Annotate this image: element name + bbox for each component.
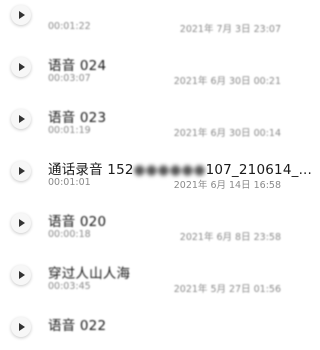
recordings-list: 00:01:22 2021年 7月 3日 23:07 语音 024 00:03:… bbox=[0, 0, 312, 350]
recording-duration: 00:03:45 bbox=[48, 281, 91, 292]
recording-item[interactable]: 穿过人山人海 00:03:45 2021年 5月 27日 01:56 bbox=[0, 246, 300, 298]
recording-title: 语音 022 bbox=[48, 318, 107, 334]
recording-title: 语音 023 bbox=[48, 110, 107, 126]
recording-date: 2021年 6月 30日 00:21 bbox=[173, 76, 281, 87]
recording-title: 语音 020 bbox=[48, 214, 107, 230]
play-icon[interactable] bbox=[11, 317, 31, 337]
recording-title-prefix: 通话录音 152 bbox=[48, 162, 134, 178]
recording-duration: 00:00:18 bbox=[48, 229, 91, 240]
recording-title: 语音 024 bbox=[48, 58, 107, 74]
play-icon[interactable] bbox=[11, 265, 31, 285]
recording-duration: 00:01:01 bbox=[48, 177, 91, 188]
recording-date: 2021年 6月 8日 23:58 bbox=[179, 232, 281, 243]
recording-duration: 00:01:22 bbox=[48, 21, 91, 32]
recording-date: 2021年 5月 27日 01:56 bbox=[173, 284, 281, 295]
recording-item[interactable]: 00:01:22 2021年 7月 3日 23:07 bbox=[0, 0, 300, 38]
recording-duration: 00:01:19 bbox=[48, 125, 91, 136]
recording-item[interactable]: 语音 020 00:00:18 2021年 6月 8日 23:58 bbox=[0, 194, 300, 246]
recording-item[interactable]: 语音 023 00:01:19 2021年 6月 30日 00:14 bbox=[0, 90, 300, 142]
recording-duration: 00:03:07 bbox=[48, 73, 91, 84]
masked-phone-digits: ●●●●●● bbox=[133, 162, 206, 178]
play-icon[interactable] bbox=[11, 161, 31, 181]
play-icon[interactable] bbox=[11, 213, 31, 233]
recording-item[interactable]: 语音 022 bbox=[0, 298, 300, 350]
recording-item[interactable]: 通话录音 152●●●●●●107_210614_... 00:01:01 20… bbox=[0, 142, 312, 194]
recording-date: 2021年 6月 14日 16:58 bbox=[173, 180, 281, 191]
play-icon[interactable] bbox=[11, 5, 31, 25]
recording-date: 2021年 7月 3日 23:07 bbox=[179, 24, 281, 35]
recording-date: 2021年 6月 30日 00:14 bbox=[173, 128, 281, 139]
recording-item[interactable]: 语音 024 00:03:07 2021年 6月 30日 00:21 bbox=[0, 38, 300, 90]
recording-title-suffix: 107_210614_... bbox=[205, 162, 313, 178]
recording-title: 穿过人山人海 bbox=[48, 266, 131, 282]
play-icon[interactable] bbox=[11, 57, 31, 77]
play-icon[interactable] bbox=[11, 109, 31, 129]
recording-title: 通话录音 152●●●●●●107_210614_... bbox=[48, 158, 312, 178]
